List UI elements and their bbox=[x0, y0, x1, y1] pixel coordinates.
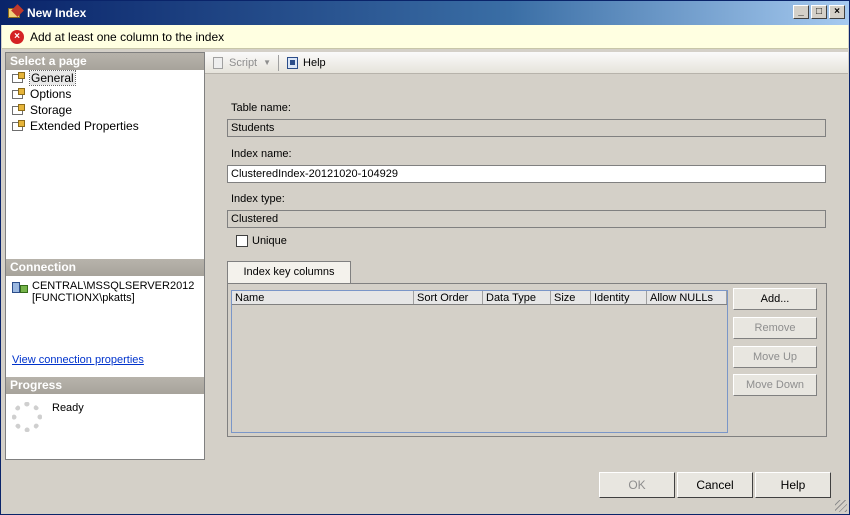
help-icon bbox=[286, 56, 300, 70]
progress-status: Ready bbox=[52, 402, 84, 414]
error-message: Add at least one column to the index bbox=[30, 29, 225, 44]
column-header-identity[interactable]: Identity bbox=[591, 291, 647, 304]
help-button[interactable]: Help bbox=[755, 472, 831, 498]
page-icon bbox=[12, 88, 26, 100]
page-icon bbox=[12, 120, 26, 132]
page-item-label: Storage bbox=[30, 103, 73, 117]
right-pane: Script ▼ Help Table name: Students Index… bbox=[205, 52, 848, 460]
connection-info: CENTRAL\MSSQLSERVER2012 [FUNCTIONX\pkatt… bbox=[12, 280, 202, 304]
tab-index-key-columns[interactable]: Index key columns bbox=[227, 261, 351, 283]
move-down-button[interactable]: Move Down bbox=[733, 374, 817, 396]
add-button[interactable]: Add... bbox=[733, 288, 817, 310]
remove-button[interactable]: Remove bbox=[733, 317, 817, 339]
chevron-down-icon[interactable]: ▼ bbox=[263, 58, 271, 67]
page-item-options[interactable]: Options bbox=[6, 86, 204, 102]
window-title: New Index bbox=[27, 6, 87, 20]
unique-label: Unique bbox=[252, 235, 287, 247]
view-connection-properties-link[interactable]: View connection properties bbox=[12, 354, 144, 366]
script-icon bbox=[212, 56, 226, 70]
grid-header: Name Sort Order Data Type Size Identity … bbox=[232, 291, 727, 305]
new-index-app-icon bbox=[7, 4, 24, 21]
key-columns-grid[interactable]: Name Sort Order Data Type Size Identity … bbox=[231, 290, 728, 433]
column-header-allow-nulls[interactable]: Allow NULLs bbox=[647, 291, 727, 304]
new-index-dialog: New Index _ □ × × Add at least one colum… bbox=[0, 0, 850, 515]
close-button[interactable]: × bbox=[829, 5, 845, 19]
table-name-field: Students bbox=[227, 119, 826, 137]
page-icon bbox=[12, 104, 26, 116]
resize-grip-icon[interactable] bbox=[835, 500, 847, 512]
ok-button[interactable]: OK bbox=[599, 472, 675, 498]
error-icon: × bbox=[10, 29, 24, 44]
page-icon bbox=[12, 72, 26, 84]
connection-header: Connection bbox=[6, 259, 204, 276]
page-item-storage[interactable]: Storage bbox=[6, 102, 204, 118]
toolbar: Script ▼ Help bbox=[205, 52, 848, 74]
select-page-header: Select a page bbox=[6, 53, 204, 70]
index-type-label: Index type: bbox=[231, 193, 285, 205]
page-item-extended-properties[interactable]: Extended Properties bbox=[6, 118, 204, 134]
checkbox-icon[interactable] bbox=[236, 235, 248, 247]
index-type-field: Clustered bbox=[227, 210, 826, 228]
title-bar: New Index _ □ × bbox=[1, 1, 849, 25]
column-header-data-type[interactable]: Data Type bbox=[483, 291, 551, 304]
window-controls: _ □ × bbox=[793, 5, 845, 19]
connection-user: [FUNCTIONX\pkatts] bbox=[32, 292, 135, 304]
minimize-button[interactable]: _ bbox=[793, 5, 809, 19]
index-key-columns-panel: Name Sort Order Data Type Size Identity … bbox=[227, 283, 827, 437]
column-header-sort-order[interactable]: Sort Order bbox=[414, 291, 483, 304]
left-pane: Select a page General Options Storage Ex… bbox=[5, 52, 205, 460]
table-name-label: Table name: bbox=[231, 102, 291, 114]
script-button[interactable]: Script ▼ bbox=[209, 54, 274, 72]
page-item-general[interactable]: General bbox=[6, 70, 204, 86]
help-label: Help bbox=[303, 56, 326, 69]
error-banner: × Add at least one column to the index bbox=[2, 25, 848, 49]
page-item-label: Options bbox=[30, 87, 72, 101]
help-toolbar-button[interactable]: Help bbox=[283, 54, 329, 72]
script-label: Script bbox=[229, 56, 258, 69]
progress-info: Ready bbox=[12, 402, 84, 432]
index-name-label: Index name: bbox=[231, 148, 292, 160]
progress-header: Progress bbox=[6, 377, 204, 394]
column-header-size[interactable]: Size bbox=[551, 291, 591, 304]
page-item-label: General bbox=[29, 70, 76, 86]
index-name-input[interactable]: ClusteredIndex-20121020-104929 bbox=[227, 165, 826, 183]
column-header-name[interactable]: Name bbox=[232, 291, 414, 304]
maximize-button[interactable]: □ bbox=[811, 5, 827, 19]
unique-checkbox[interactable]: Unique bbox=[236, 235, 287, 247]
cancel-button[interactable]: Cancel bbox=[677, 472, 753, 498]
page-item-label: Extended Properties bbox=[30, 119, 139, 133]
connection-server: CENTRAL\MSSQLSERVER2012 bbox=[32, 280, 195, 292]
server-icon bbox=[12, 280, 28, 294]
progress-spinner-icon bbox=[12, 402, 42, 432]
move-up-button[interactable]: Move Up bbox=[733, 346, 817, 368]
toolbar-separator bbox=[278, 54, 280, 71]
